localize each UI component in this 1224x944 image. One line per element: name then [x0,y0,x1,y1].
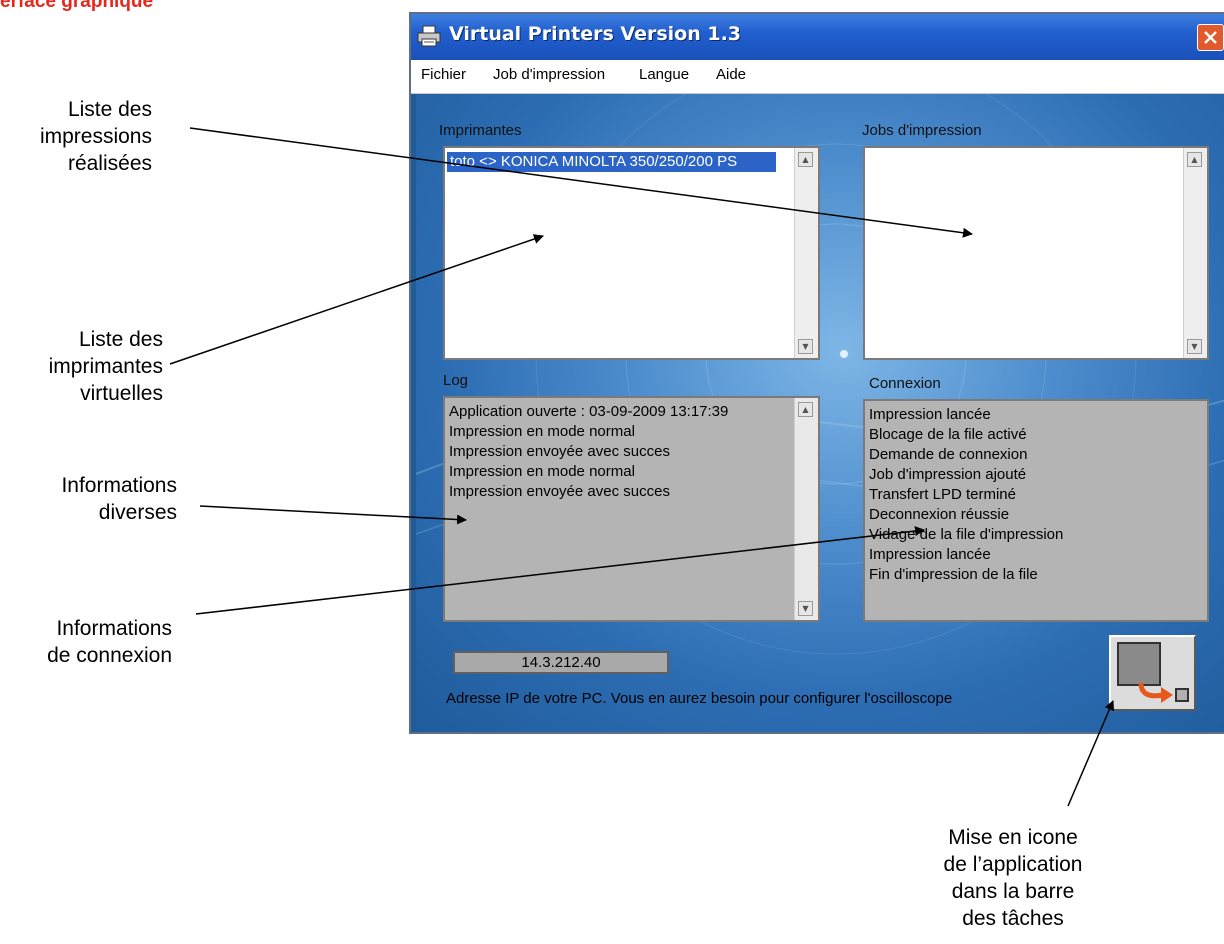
arrow-connexion [195,526,925,615]
arrow-informations [199,505,467,525]
arrow-imprimantes [169,234,544,365]
arrow-icone [1067,700,1115,807]
arrow-impressions [189,127,973,238]
annotation-arrows [169,127,1115,807]
